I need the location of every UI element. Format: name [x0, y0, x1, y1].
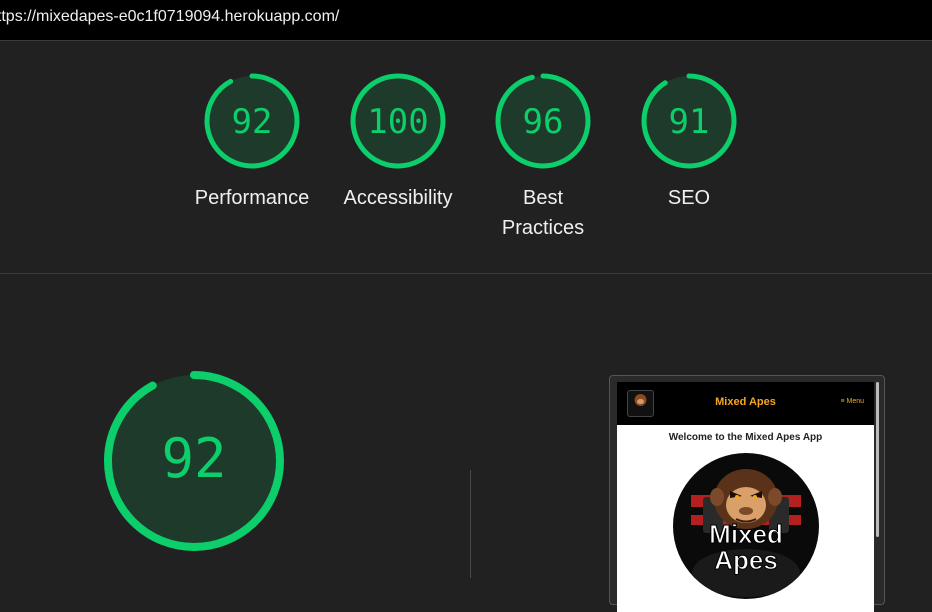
- gauge-label-seo: SEO: [667, 187, 711, 209]
- gauge-accessibility[interactable]: 100: [348, 71, 448, 171]
- main-score-value: 92: [161, 427, 227, 490]
- final-screenshot[interactable]: Mixed Apes ≡ Menu Welcome to the Mixed A…: [609, 375, 885, 612]
- gauge-label-accessibility: Accessibility: [343, 187, 453, 209]
- app-navbar: Mixed Apes ≡ Menu: [617, 382, 874, 425]
- gauge-seo[interactable]: 91: [639, 71, 739, 171]
- gauge-label-performance: Performance: [194, 187, 310, 209]
- main-score-gauge: 92: [102, 369, 286, 553]
- gauge-performance[interactable]: 92: [202, 71, 302, 171]
- vertical-divider: [470, 470, 471, 578]
- app-title: Mixed Apes: [715, 396, 776, 408]
- address-bar[interactable]: https://mixedapes-e0c1f0719094.herokuapp…: [0, 0, 932, 41]
- hero-logo: Mixed Apes: [673, 453, 819, 599]
- welcome-heading: Welcome to the Mixed Apes App: [668, 432, 823, 443]
- gauge-score: 100: [367, 102, 429, 142]
- gauge-best-practices[interactable]: 96: [493, 71, 593, 171]
- screenshot-page: Mixed Apes ≡ Menu Welcome to the Mixed A…: [617, 382, 874, 612]
- section-divider: [0, 273, 932, 274]
- hero-text-apes: Apes: [714, 545, 779, 576]
- url-text[interactable]: https://mixedapes-e0c1f0719094.herokuapp…: [0, 8, 339, 26]
- gauge-label-best-practices: Best Practices: [501, 187, 585, 239]
- menu-button: ≡ Menu: [840, 398, 864, 405]
- screenshot-scrollbar[interactable]: [876, 382, 879, 537]
- gauge-score: 96: [522, 102, 564, 142]
- gauge-score: 92: [231, 102, 273, 142]
- gauge-score: 91: [668, 102, 710, 142]
